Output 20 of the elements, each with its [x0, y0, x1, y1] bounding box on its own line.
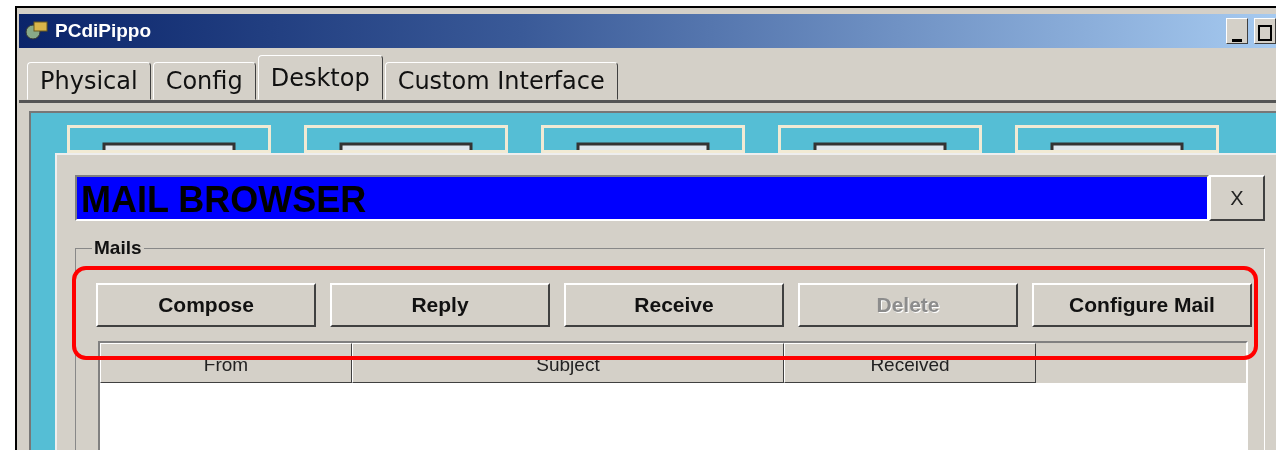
- tab[interactable]: Physical: [27, 62, 151, 100]
- tab[interactable]: Desktop: [257, 55, 383, 100]
- desktop-app-icon[interactable]: [541, 125, 745, 153]
- mail-action-button[interactable]: Compose: [96, 283, 316, 327]
- mail-browser-title: MAIL BROWSER: [75, 175, 1209, 221]
- maximize-button[interactable]: [1254, 18, 1276, 44]
- close-button[interactable]: X: [1209, 175, 1265, 221]
- window-title: PCdiPippo: [55, 20, 152, 42]
- tab[interactable]: Custom Interface: [384, 62, 618, 100]
- desktop-app-icon[interactable]: [778, 125, 982, 153]
- minimize-button[interactable]: [1226, 18, 1248, 44]
- tab[interactable]: Config: [152, 62, 256, 100]
- mail-action-button[interactable]: Receive: [564, 283, 784, 327]
- desktop-app-icon[interactable]: [304, 125, 508, 153]
- app-icon: [25, 20, 49, 42]
- mail-action-button[interactable]: Reply: [330, 283, 550, 327]
- desktop-app-icon[interactable]: [67, 125, 271, 153]
- maximize-icon: [1258, 23, 1272, 43]
- desktop-app-icon[interactable]: [1015, 125, 1219, 153]
- mail-action-button[interactable]: Configure Mail: [1032, 283, 1252, 327]
